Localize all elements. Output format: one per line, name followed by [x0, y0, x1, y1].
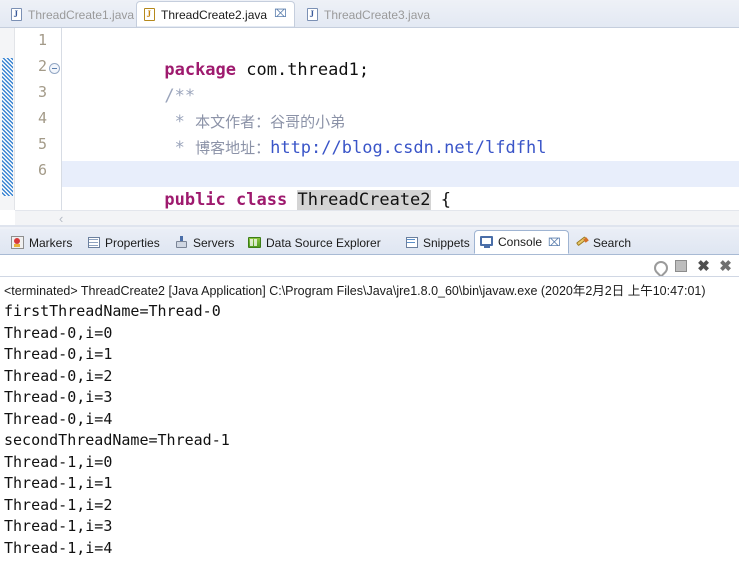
- view-tab-label: Snippets: [423, 235, 470, 250]
- class-name-occurrence: ThreadCreate2: [297, 190, 431, 210]
- tab-search[interactable]: Search: [570, 231, 638, 254]
- view-tab-bar: Markers Properties Servers Data Source E…: [0, 229, 739, 255]
- line-number: 5: [37, 135, 47, 153]
- line-number: 2: [37, 57, 47, 75]
- console-icon: [480, 235, 494, 249]
- console-output-line: firstThreadName=Thread-0: [4, 302, 221, 320]
- tab-snippets[interactable]: Snippets: [400, 231, 477, 254]
- editor-tab-bar: J ThreadCreate1.java J ThreadCreate2.jav…: [0, 0, 739, 27]
- view-tab-label: Data Source Explorer: [266, 235, 381, 250]
- console-output-line: Thread-0,i=4: [4, 409, 113, 428]
- eclipse-window: J ThreadCreate1.java J ThreadCreate2.jav…: [0, 0, 739, 583]
- properties-icon: [87, 236, 101, 250]
- console-output-line: Thread-0,i=0: [4, 323, 113, 342]
- annotation-column[interactable]: [0, 28, 15, 210]
- line-number: 1: [37, 31, 47, 49]
- close-icon[interactable]: ⌧: [548, 236, 561, 249]
- view-tab-label: Properties: [105, 235, 160, 250]
- code-line-1: package com.thread1;: [62, 31, 739, 80]
- line-number: 6: [37, 161, 47, 179]
- editor-tab-threadcreate1[interactable]: J ThreadCreate1.java: [4, 2, 135, 27]
- editor-tab-label: ThreadCreate2.java: [161, 7, 268, 22]
- editor-tab-threadcreate3[interactable]: J ThreadCreate3.java: [300, 2, 431, 27]
- line-number-gutter: 1 2 3 4 5 6: [15, 28, 62, 210]
- keyword-class: class: [236, 190, 288, 210]
- keyword-public: public: [164, 190, 226, 210]
- servers-icon: [175, 235, 189, 250]
- console-toolbar: ✖ ✖: [0, 255, 739, 277]
- console-output-line: secondThreadName=Thread-1: [4, 431, 230, 449]
- folded-comment-marker: [2, 58, 13, 196]
- editor-tab-label: ThreadCreate3.java: [324, 7, 431, 22]
- tab-console[interactable]: Console ⌧: [474, 230, 569, 254]
- console-output-line: Thread-1,i=3: [4, 517, 113, 535]
- console-output-area[interactable]: <terminated> ThreadCreate2 [Java Applica…: [0, 276, 739, 583]
- editor-bottom-edge: [0, 225, 739, 227]
- tab-servers[interactable]: Servers: [170, 231, 241, 254]
- view-tab-label: Console: [498, 235, 543, 249]
- editor-tab-threadcreate2[interactable]: J ThreadCreate2.java ⌧: [136, 1, 295, 27]
- view-tab-label: Servers: [193, 235, 235, 250]
- java-file-icon: J: [307, 7, 319, 22]
- editor-area: J ThreadCreate1.java J ThreadCreate2.jav…: [0, 0, 739, 227]
- java-file-icon: J: [11, 7, 23, 22]
- remove-launch-icon[interactable]: ✖: [696, 259, 711, 274]
- console-output-line: Thread-0,i=3: [4, 388, 113, 406]
- chevron-left-icon[interactable]: ‹: [59, 212, 63, 225]
- console-output-line: Thread-1,i=4: [4, 538, 113, 557]
- markers-icon: [11, 235, 25, 250]
- code-line-4: * 博客地址：http://blog.csdn.net/lfdfhl: [62, 109, 739, 158]
- view-tab-label: Search: [593, 235, 632, 250]
- code-line-2: /**: [62, 57, 739, 106]
- data-source-explorer-icon: [248, 236, 262, 250]
- tab-data-source-explorer[interactable]: Data Source Explorer: [243, 231, 388, 254]
- code-line-5: */: [62, 135, 739, 184]
- line-number: 4: [37, 109, 47, 127]
- tab-markers[interactable]: Markers: [6, 231, 79, 254]
- console-output-line: Thread-1,i=1: [4, 474, 113, 492]
- code-line-6: public class ThreadCreate2 {: [62, 161, 739, 210]
- console-output-line: Thread-1,i=0: [4, 452, 113, 471]
- remove-all-terminated-icon[interactable]: ✖: [718, 259, 733, 274]
- code-line-3: * 本文作者：谷哥的小弟: [62, 83, 739, 132]
- terminate-icon[interactable]: [674, 259, 689, 274]
- search-icon: [575, 235, 589, 250]
- brace-open: {: [430, 190, 452, 210]
- tab-properties[interactable]: Properties: [82, 231, 167, 254]
- close-icon[interactable]: ⌧: [274, 9, 287, 20]
- view-tab-label: Markers: [29, 235, 73, 250]
- bottom-view-stack: Markers Properties Servers Data Source E…: [0, 229, 739, 583]
- console-output-line: Thread-0,i=2: [4, 366, 113, 385]
- line-number: 3: [37, 83, 47, 101]
- java-file-icon: J: [144, 7, 156, 22]
- code-editor[interactable]: 1 2 3 4 5 6 package com.thread1; /** * 本…: [0, 27, 739, 227]
- editor-tab-label: ThreadCreate1.java: [28, 7, 135, 22]
- console-output-line: Thread-0,i=1: [4, 345, 113, 363]
- fold-toggle-icon[interactable]: [49, 63, 60, 74]
- pin-console-icon[interactable]: [652, 259, 667, 274]
- code-text[interactable]: package com.thread1; /** * 本文作者：谷哥的小弟 * …: [62, 28, 739, 210]
- snippets-icon: [405, 236, 419, 250]
- console-terminated-header: <terminated> ThreadCreate2 [Java Applica…: [4, 284, 706, 298]
- console-output-line: Thread-1,i=2: [4, 495, 113, 514]
